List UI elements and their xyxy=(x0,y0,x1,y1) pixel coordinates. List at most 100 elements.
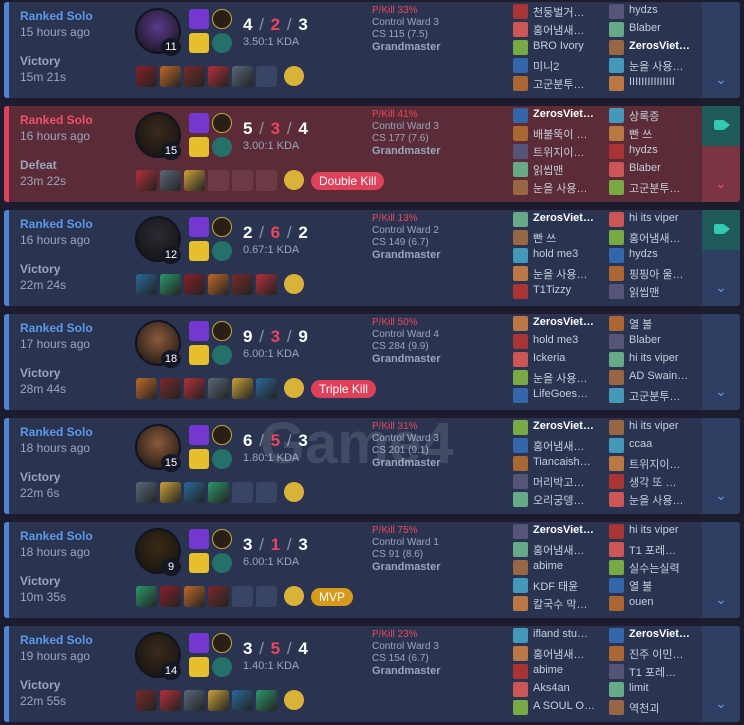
player-entry[interactable]: 홍어냄새… xyxy=(513,437,608,454)
video-camera-icon[interactable] xyxy=(702,106,740,146)
player-name[interactable]: Tiancaish… xyxy=(533,456,608,468)
player-name[interactable]: 머리박고… xyxy=(533,474,608,490)
item-icon[interactable] xyxy=(160,66,181,87)
item-icon[interactable] xyxy=(256,378,277,399)
player-entry[interactable]: Aks4an xyxy=(513,681,608,698)
player-entry[interactable]: 생각 또 … xyxy=(609,473,704,490)
item-icon[interactable] xyxy=(184,482,205,503)
player-entry[interactable]: 트위지이… xyxy=(513,143,608,160)
player-name[interactable]: 실수는실력 xyxy=(629,560,704,576)
item-icon[interactable] xyxy=(256,690,277,711)
player-entry[interactable]: ZerosViet… xyxy=(513,315,608,332)
player-name[interactable]: 생각 또 … xyxy=(629,474,704,490)
chevron-down-icon[interactable]: ⌄ xyxy=(702,71,740,88)
player-name[interactable]: 트위지이… xyxy=(629,456,704,472)
player-name[interactable]: ccaa xyxy=(629,438,704,450)
expand-panel[interactable]: ⌄ xyxy=(702,2,740,98)
player-entry[interactable]: hi its viper xyxy=(609,211,704,228)
player-name[interactable]: 트위지이… xyxy=(533,144,608,160)
player-name[interactable]: 핑핑아 울… xyxy=(629,266,704,282)
item-icon[interactable] xyxy=(136,66,157,87)
player-entry[interactable]: 눈을 사용… xyxy=(513,179,608,196)
player-name[interactable]: 홍어냄새… xyxy=(629,230,704,246)
player-entry[interactable]: 상록증 xyxy=(609,107,704,124)
match-card[interactable]: Ranked Solo 18 hours ago Victory 10m 35s 9 3 … xyxy=(4,522,740,618)
item-icon[interactable] xyxy=(184,378,205,399)
player-name[interactable]: 진주 이민… xyxy=(629,646,704,662)
player-name[interactable]: ZerosViet… xyxy=(533,212,608,224)
player-name[interactable]: 눈을 사용… xyxy=(533,180,608,196)
expand-panel[interactable]: ⌄ xyxy=(702,418,740,514)
player-name[interactable]: T1 포레… xyxy=(629,542,704,558)
player-name[interactable]: abime xyxy=(533,560,608,572)
player-entry[interactable]: T1Tizzy xyxy=(513,283,608,300)
match-card[interactable]: Ranked Solo 15 hours ago Victory 15m 21s 11 4… xyxy=(4,2,740,98)
player-name[interactable]: ZerosViet… xyxy=(533,420,608,432)
player-name[interactable]: A SOUL O… xyxy=(533,700,608,712)
item-icon[interactable] xyxy=(160,586,181,607)
player-entry[interactable]: 홍어냄새… xyxy=(609,229,704,246)
player-name[interactable]: 열 불 xyxy=(629,578,704,594)
player-entry[interactable]: abime xyxy=(513,663,608,680)
player-name[interactable]: 빤 쓰 xyxy=(629,126,704,142)
player-name[interactable]: 읽씹맨 xyxy=(629,284,704,300)
match-card[interactable]: Ranked Solo 16 hours ago Victory 22m 24s 12 2… xyxy=(4,210,740,306)
chevron-down-icon[interactable]: ⌄ xyxy=(702,279,740,296)
player-name[interactable]: 고군분투… xyxy=(629,180,704,196)
player-name[interactable]: 배불뚝이 … xyxy=(533,126,608,142)
player-entry[interactable]: 칼국수 막… xyxy=(513,595,608,612)
player-name[interactable]: hi its viper xyxy=(629,212,704,224)
chevron-down-icon[interactable]: ⌄ xyxy=(702,695,740,712)
item-icon[interactable] xyxy=(232,378,253,399)
player-name[interactable]: Blaber xyxy=(629,334,704,346)
player-entry[interactable]: LifeGoes… xyxy=(513,387,608,404)
item-icon[interactable] xyxy=(160,378,181,399)
player-name[interactable]: Aks4an xyxy=(533,682,608,694)
chevron-down-icon[interactable]: ⌄ xyxy=(702,175,740,192)
player-name[interactable]: 상록증 xyxy=(629,108,704,124)
player-entry[interactable]: ccaa xyxy=(609,437,704,454)
item-icon[interactable] xyxy=(160,482,181,503)
player-name[interactable]: hi its viper xyxy=(629,352,704,364)
player-entry[interactable]: hold me3 xyxy=(513,333,608,350)
player-name[interactable]: 홍어냄새… xyxy=(533,438,608,454)
item-icon[interactable] xyxy=(208,378,229,399)
match-card[interactable]: Ranked Solo 17 hours ago Victory 28m 44s 18 9… xyxy=(4,314,740,410)
video-camera-icon[interactable] xyxy=(702,210,740,250)
player-name[interactable]: LifeGoes… xyxy=(533,388,608,400)
player-name[interactable]: ZerosViet… xyxy=(533,108,608,120)
item-icon[interactable] xyxy=(160,274,181,295)
player-name[interactable]: ZerosViet… xyxy=(629,628,704,640)
chevron-down-icon[interactable]: ⌄ xyxy=(702,383,740,400)
player-entry[interactable]: Blaber xyxy=(609,21,704,38)
player-entry[interactable]: 머리박고… xyxy=(513,473,608,490)
player-name[interactable]: Blaber xyxy=(629,22,704,34)
player-entry[interactable]: 실수는실력 xyxy=(609,559,704,576)
player-entry[interactable]: 진주 이민… xyxy=(609,645,704,662)
player-entry[interactable]: hi its viper xyxy=(609,419,704,436)
player-entry[interactable]: 눈을 사용… xyxy=(609,491,704,508)
expand-panel[interactable]: ⌄ xyxy=(702,314,740,410)
player-entry[interactable]: 고군분투… xyxy=(513,75,608,92)
player-entry[interactable]: 천둥벌거… xyxy=(513,3,608,20)
item-icon[interactable] xyxy=(184,586,205,607)
player-entry[interactable]: ZerosViet… xyxy=(609,39,704,56)
player-entry[interactable]: 읽씹맨 xyxy=(609,283,704,300)
player-entry[interactable]: hold me3 xyxy=(513,247,608,264)
player-entry[interactable]: T1 포레… xyxy=(609,541,704,558)
item-icon[interactable] xyxy=(184,170,205,191)
player-entry[interactable]: ifland stu… xyxy=(513,627,608,644)
player-entry[interactable]: 핑핑아 울… xyxy=(609,265,704,282)
player-entry[interactable]: 눈을 사용… xyxy=(513,265,608,282)
match-card[interactable]: Ranked Solo 16 hours ago Defeat 23m 22s 15 5 … xyxy=(4,106,740,202)
player-entry[interactable]: Ickeria xyxy=(513,351,608,368)
item-icon[interactable] xyxy=(136,690,157,711)
player-name[interactable]: IIIIIIIIIIIIIII xyxy=(629,76,704,88)
player-entry[interactable]: hydzs xyxy=(609,3,704,20)
player-entry[interactable]: ZerosViet… xyxy=(513,523,608,540)
player-entry[interactable]: ZerosViet… xyxy=(513,107,608,124)
item-icon[interactable] xyxy=(136,274,157,295)
item-icon[interactable] xyxy=(184,66,205,87)
player-entry[interactable]: ZerosViet… xyxy=(513,419,608,436)
player-entry[interactable]: 눈을 사용… xyxy=(609,57,704,74)
